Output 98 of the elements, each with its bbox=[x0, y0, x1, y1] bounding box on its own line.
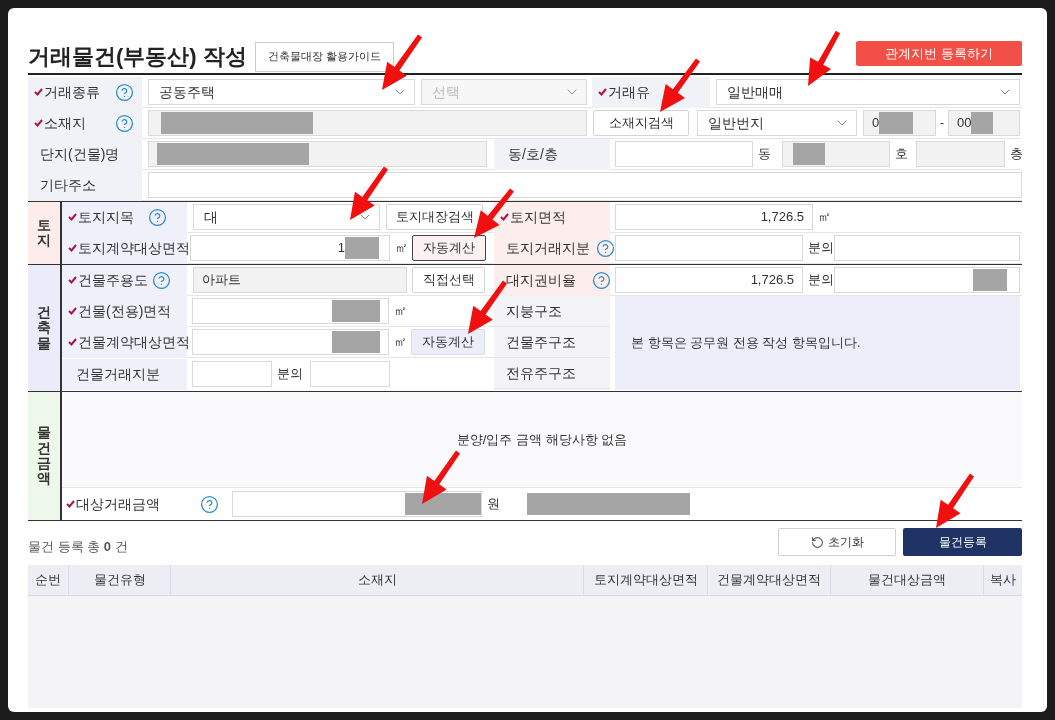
field-label: 건물주용도 bbox=[78, 270, 148, 290]
input-field[interactable] bbox=[192, 329, 389, 355]
unit-label: 원 bbox=[486, 495, 501, 514]
input-field[interactable] bbox=[615, 141, 753, 167]
input-field[interactable] bbox=[148, 110, 587, 136]
registered-count: 물건 등록 총 0 건 bbox=[28, 537, 128, 556]
unit-label: 분의 bbox=[807, 271, 834, 290]
input-field[interactable] bbox=[310, 361, 390, 387]
amount-note: 분양/입주 금액 해당사항 없음 bbox=[456, 430, 628, 449]
input-field[interactable] bbox=[232, 491, 482, 517]
input-field[interactable] bbox=[192, 361, 272, 387]
field-label: 기타주소 bbox=[40, 175, 96, 195]
column-header: 건물계약대상면적 bbox=[707, 565, 830, 595]
input-field[interactable] bbox=[782, 141, 890, 167]
field-label: 건물(전용)면적 bbox=[78, 301, 172, 321]
input-field[interactable]: 1,726.5 bbox=[615, 267, 803, 293]
redaction-block bbox=[973, 269, 1007, 291]
help-icon[interactable] bbox=[152, 270, 171, 290]
field-label: 지붕구조 bbox=[506, 301, 562, 321]
field-label: 토지거래지분 bbox=[506, 238, 590, 258]
column-header: 순번 bbox=[34, 571, 62, 590]
form-button[interactable]: 토지대장검색 bbox=[386, 204, 483, 230]
unit-label: ㎡ bbox=[393, 302, 408, 321]
form-button[interactable]: 자동계산 bbox=[411, 329, 485, 355]
field-label: 토지면적 bbox=[510, 207, 566, 227]
section-label: 토지 bbox=[37, 217, 51, 249]
unit-label: ㎡ bbox=[393, 333, 408, 352]
dropdown[interactable]: 공동주택 bbox=[148, 79, 415, 105]
field-label: 소재지 bbox=[44, 113, 86, 133]
input-field[interactable] bbox=[192, 298, 389, 324]
form-button[interactable]: 소재지검색 bbox=[593, 110, 689, 136]
pointer-arrow bbox=[808, 30, 841, 86]
input-field[interactable]: 1 bbox=[190, 235, 390, 261]
reset-button[interactable]: 초기화 bbox=[778, 528, 896, 556]
input-field[interactable]: 0 bbox=[863, 110, 936, 136]
restricted-note: 본 항목은 공무원 전용 작성 항목입니다. bbox=[631, 334, 861, 353]
column-header: 소재지 bbox=[170, 565, 583, 595]
column-header: 복사 bbox=[983, 565, 1022, 595]
help-icon[interactable] bbox=[148, 207, 167, 227]
field-label: 건물주구조 bbox=[506, 332, 576, 352]
input-field[interactable] bbox=[916, 141, 1005, 167]
input-field[interactable] bbox=[148, 141, 487, 167]
input-field[interactable]: 아파트 bbox=[193, 267, 407, 293]
page-title: 거래물건(부동산) 작성 bbox=[28, 43, 247, 71]
help-icon[interactable] bbox=[200, 494, 219, 514]
pointer-arrow bbox=[660, 58, 700, 112]
pointer-arrow bbox=[422, 450, 461, 504]
pointer-arrow bbox=[350, 166, 389, 220]
field-label: 건물거래지분 bbox=[76, 364, 160, 384]
input-field[interactable]: 1,726.5 bbox=[615, 204, 813, 230]
input-field[interactable] bbox=[834, 235, 1020, 261]
field-label: 전유주구조 bbox=[506, 363, 576, 383]
register-button[interactable]: 물건등록 bbox=[903, 528, 1022, 556]
unit-label: 분의 bbox=[276, 365, 304, 384]
input-field[interactable] bbox=[615, 235, 803, 261]
dropdown[interactable]: 일반번지 bbox=[697, 110, 857, 136]
dropdown[interactable]: 일반매매 bbox=[716, 79, 1020, 105]
guide-button[interactable]: 건축물대장 활용가이드 bbox=[254, 41, 394, 72]
column-header: 물건대상금액 bbox=[830, 565, 983, 595]
field-label: 단지(건물)명 bbox=[40, 144, 120, 164]
field-label: 거래종류 bbox=[44, 82, 100, 102]
redaction-block bbox=[793, 143, 825, 165]
input-field[interactable] bbox=[148, 172, 1022, 198]
help-icon[interactable] bbox=[115, 82, 134, 102]
section-label: 건축물 bbox=[37, 304, 51, 352]
field-label: 토지계약대상면적 bbox=[78, 238, 190, 258]
field-label: 동/호/층 bbox=[508, 144, 558, 164]
unit-label: ㎡ bbox=[394, 239, 409, 258]
unit-label: 층 bbox=[1009, 145, 1022, 164]
help-icon[interactable] bbox=[592, 270, 611, 290]
field-label: 거래유 bbox=[608, 82, 650, 102]
separator-dash: - bbox=[938, 114, 946, 133]
unit-label: ㎡ bbox=[817, 208, 832, 227]
pointer-arrow bbox=[936, 473, 975, 528]
redaction-block bbox=[971, 112, 994, 134]
input-field[interactable]: 00 bbox=[948, 110, 1020, 136]
column-header: 토지계약대상면적 bbox=[583, 565, 707, 595]
redaction-block bbox=[332, 331, 380, 353]
help-icon[interactable] bbox=[596, 238, 615, 258]
unit-label: 분의 bbox=[807, 239, 834, 258]
unit-label: 호 bbox=[894, 145, 909, 164]
form-button[interactable]: 자동계산 bbox=[412, 235, 486, 261]
field-label: 건물계약대상면적 bbox=[78, 332, 190, 352]
redaction-block bbox=[345, 237, 379, 259]
redaction-block bbox=[332, 300, 380, 322]
field-label: 대상거래금액 bbox=[76, 494, 160, 514]
form-button[interactable]: 직접선택 bbox=[412, 267, 485, 293]
redaction-block bbox=[879, 112, 914, 134]
input-field[interactable] bbox=[834, 267, 1020, 293]
column-header: 물건유형 bbox=[68, 565, 170, 595]
help-icon[interactable] bbox=[115, 113, 134, 133]
field-label: 대지권비율 bbox=[506, 270, 576, 290]
dropdown[interactable]: 대 bbox=[193, 204, 380, 230]
unit-label: 동 bbox=[757, 145, 772, 164]
section-label: 물건금액 bbox=[37, 425, 51, 487]
reset-icon bbox=[810, 535, 824, 549]
pointer-arrow bbox=[382, 34, 423, 90]
field-label: 토지지목 bbox=[78, 207, 134, 227]
